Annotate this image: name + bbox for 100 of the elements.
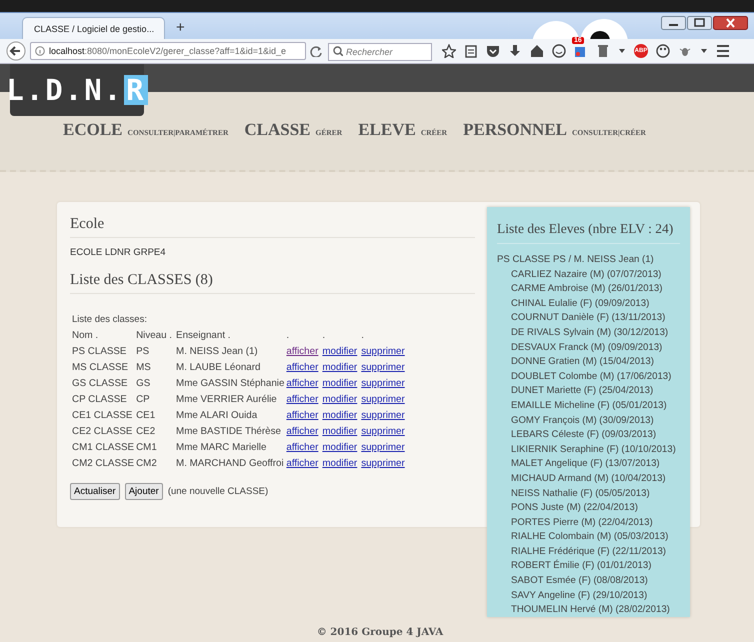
action-link[interactable]: modifier [322, 442, 358, 453]
smiley-icon[interactable] [552, 44, 566, 58]
panel-heading: Liste des Eleves (nbre ELV : 24) [497, 221, 680, 244]
table-cell-text: Mme MARC Marielle [175, 441, 268, 455]
nav-link[interactable]: CLASSE [244, 120, 311, 140]
action-link[interactable]: supprimer [361, 442, 405, 453]
action-link[interactable]: supprimer [361, 410, 405, 421]
table-cell: CM1 [134, 440, 174, 456]
menu-icon[interactable] [716, 44, 730, 58]
close-icon[interactable] [713, 16, 748, 30]
table-cell-text: CE1 [135, 409, 156, 423]
action-button[interactable]: Actualiser [70, 483, 120, 500]
table-cell-text: CE2 [135, 425, 156, 439]
student-item: SABOT Esmée (F) (08/08/2013) [511, 575, 649, 588]
student-item: LIKIERNIK Seraphine (F) (10/10/2013) [511, 444, 677, 457]
column-header: . [360, 329, 365, 343]
table-cell-text: CM1 CLASSE [71, 441, 134, 455]
puzzle-icon[interactable] [574, 44, 588, 58]
home-icon[interactable] [530, 44, 544, 58]
student-item: RIALHE Frédérique (F) (22/11/2013) [511, 546, 667, 559]
action-link[interactable]: supprimer [361, 378, 405, 389]
maximize-icon[interactable] [687, 16, 712, 30]
action-link[interactable]: afficher [286, 378, 318, 389]
table-cell: CM2 [134, 456, 174, 472]
action-link[interactable]: supprimer [361, 394, 405, 405]
table-cell-text: CP CLASSE [71, 393, 128, 407]
address-bar[interactable]: localhost:8080/monEcoleV2/gerer_classe?aff=1&id=1&id_e [30, 42, 306, 60]
minimize-icon[interactable] [661, 16, 686, 30]
action-button[interactable]: Ajouter [124, 483, 163, 500]
action-link[interactable]: modifier [322, 410, 358, 421]
student-item: COURNUT Danièle (F) (13/11/2013) [511, 312, 666, 326]
action-link[interactable]: afficher [286, 458, 318, 469]
action-link[interactable]: afficher [286, 394, 318, 405]
student-item: MALET Angelique (F) (13/07/2013) [511, 458, 661, 472]
action-link[interactable]: modifier [322, 378, 358, 389]
student-item: NEISS Nathalie (F) (05/05/2013) [511, 488, 651, 500]
action-link[interactable]: afficher [286, 442, 318, 453]
student-item: PONS Juste (M) (22/04/2013) [511, 502, 639, 516]
nav-link[interactable]: PERSONNEL [463, 120, 568, 140]
section-heading: Liste des CLASSES (8) [70, 272, 475, 294]
dropdown-icon[interactable] [700, 47, 708, 55]
back-icon[interactable] [6, 41, 26, 61]
column-header: Niveau . [135, 329, 174, 343]
student-item: DE RIVALS Sylvain (M) (30/12/2013) [511, 326, 670, 340]
table-cell-text: GS CLASSE [71, 377, 129, 391]
school-name: ECOLE LDNR GRPE4 [70, 247, 167, 258]
student-item: DUNET Mariette (F) (25/04/2013) [511, 385, 654, 398]
browser-tab[interactable]: CLASSE / Logiciel de gestio... [22, 17, 165, 39]
action-link[interactable]: modifier [322, 346, 358, 357]
action-link[interactable]: supprimer [361, 346, 405, 357]
table-cell-text: CE2 CLASSE [71, 425, 134, 439]
student-item: CHINAL Eulalie (F) (09/09/2013) [511, 298, 650, 311]
column-header: . [285, 329, 290, 343]
trash-icon[interactable] [596, 44, 610, 58]
action-link[interactable]: afficher [286, 426, 318, 437]
column-header: Nom . [71, 329, 100, 343]
action-link[interactable]: afficher [286, 410, 318, 421]
footer-text: © 2016 Groupe 4 JAVA [316, 627, 444, 638]
student-item: MICHAUD Armand (M) (10/04/2013) [511, 472, 667, 486]
student-item: DESVAUX Franck (M) (09/09/2013) [511, 342, 664, 355]
column-header: . [321, 329, 326, 343]
table-cell-text: M. LAUBE Léonard [175, 361, 262, 375]
action-link[interactable]: modifier [322, 362, 358, 373]
button-note: (une nouvelle CLASSE) [168, 486, 268, 497]
download-icon[interactable] [508, 44, 522, 58]
search-field[interactable]: Rechercher [328, 43, 432, 61]
action-link[interactable]: supprimer [361, 362, 405, 373]
student-item: CARLIEZ Nazaire (M) (07/07/2013) [511, 268, 662, 282]
student-item: DONNE Gratien (M) (15/04/2013) [511, 356, 655, 370]
star-icon[interactable] [442, 44, 456, 58]
table-cell-text: CP [135, 393, 151, 407]
action-link[interactable]: modifier [322, 458, 358, 469]
column-header: Enseignant . [175, 329, 232, 343]
pocket-icon[interactable] [486, 44, 500, 58]
dropdown-icon[interactable] [618, 47, 626, 55]
new-tab-button[interactable]: + [173, 19, 188, 36]
nav-link[interactable]: ECOLE [63, 120, 123, 140]
table-cell-text: Mme VERRIER Aurélie [175, 393, 278, 407]
table-cell-text: GS [135, 377, 152, 391]
table-cell-text: CE1 CLASSE [71, 409, 134, 423]
search-icon [333, 46, 343, 56]
action-link[interactable]: afficher [286, 362, 318, 373]
section-heading: Ecole [70, 216, 475, 238]
clipboard-icon[interactable] [464, 44, 478, 58]
info-icon [35, 46, 45, 56]
table-cell-text: Mme GASSIN Stéphanie [175, 377, 284, 391]
student-item: THOUMELIN Hervé (M) (28/02/2013) [511, 604, 671, 618]
action-link[interactable]: modifier [322, 426, 358, 437]
student-item: DOUBLET Colombe (M) (17/06/2013) [511, 370, 672, 384]
nav-link[interactable]: ELEVE [358, 120, 416, 140]
action-link[interactable]: supprimer [361, 426, 405, 437]
action-link[interactable]: supprimer [361, 458, 405, 469]
action-link[interactable]: afficher [286, 346, 318, 357]
table-cell-text: CM2 CLASSE [71, 457, 134, 471]
table-cell-text: MS [135, 361, 152, 375]
action-link[interactable]: modifier [322, 394, 358, 405]
reload-icon[interactable] [310, 45, 324, 57]
table-cell-text: PS CLASSE [71, 345, 128, 359]
table-cell-text: M. NEISS Jean (1) [175, 345, 259, 359]
student-item: CARME Ambroise (M) (26/01/2013) [511, 283, 664, 296]
